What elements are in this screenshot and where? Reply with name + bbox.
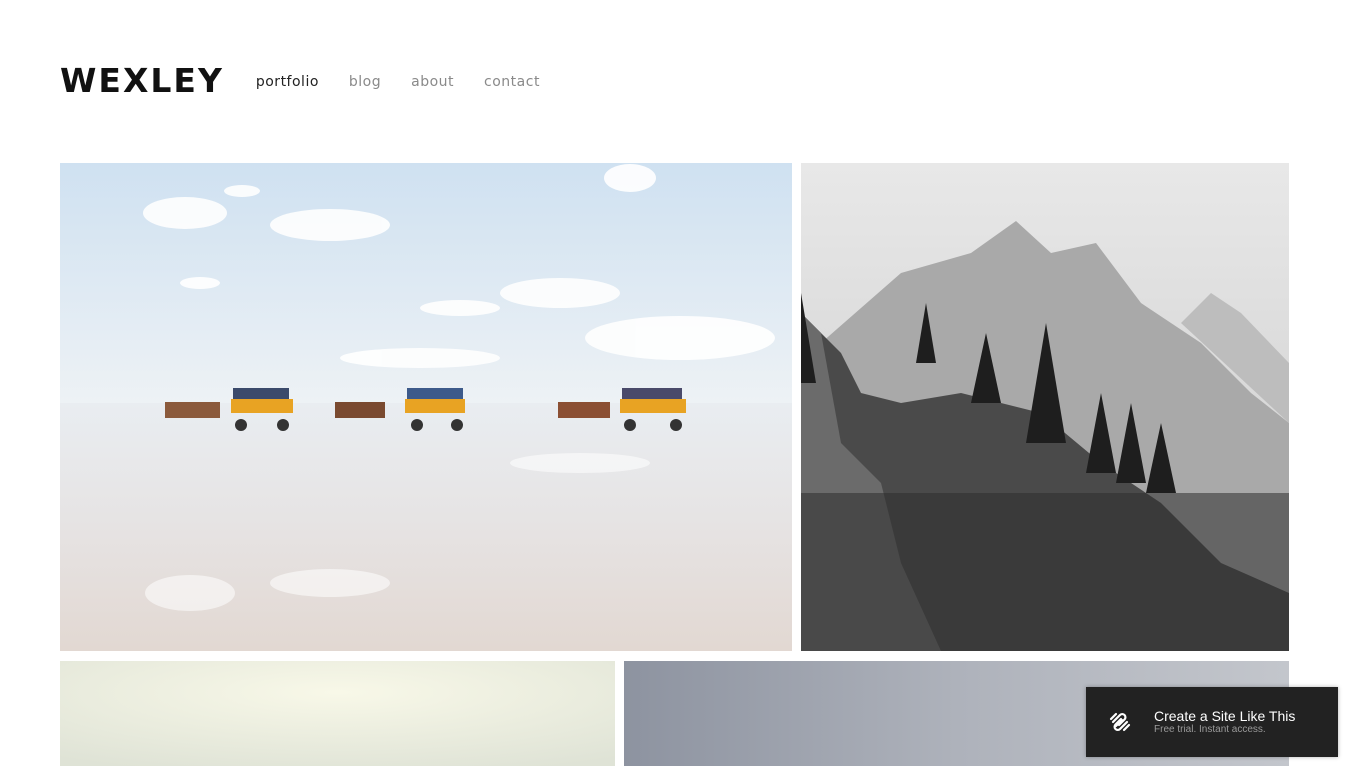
wagons-photo — [60, 163, 792, 651]
site-logo[interactable]: WEXLEY — [60, 64, 224, 97]
badge-title: Create a Site Like This — [1154, 708, 1296, 724]
badge-subtitle: Free trial. Instant access. — [1154, 724, 1266, 735]
haze-photo — [60, 661, 615, 766]
nav-item-contact[interactable]: contact — [484, 74, 540, 90]
nav-item-portfolio[interactable]: portfolio — [256, 74, 319, 90]
create-site-badge[interactable]: Create a Site Like This Free trial. Inst… — [1086, 687, 1338, 757]
site-header: WEXLEY portfolio blog about contact — [60, 60, 540, 104]
main-nav: portfolio blog about contact — [256, 74, 540, 90]
squarespace-logo-icon — [1109, 712, 1131, 732]
nav-item-blog[interactable]: blog — [349, 74, 381, 90]
gallery-image-wagons[interactable] — [60, 163, 792, 651]
mountain-photo — [801, 163, 1289, 651]
gallery-image-mountain[interactable] — [801, 163, 1289, 651]
gallery-image-haze[interactable] — [60, 661, 615, 766]
nav-item-about[interactable]: about — [411, 74, 454, 90]
